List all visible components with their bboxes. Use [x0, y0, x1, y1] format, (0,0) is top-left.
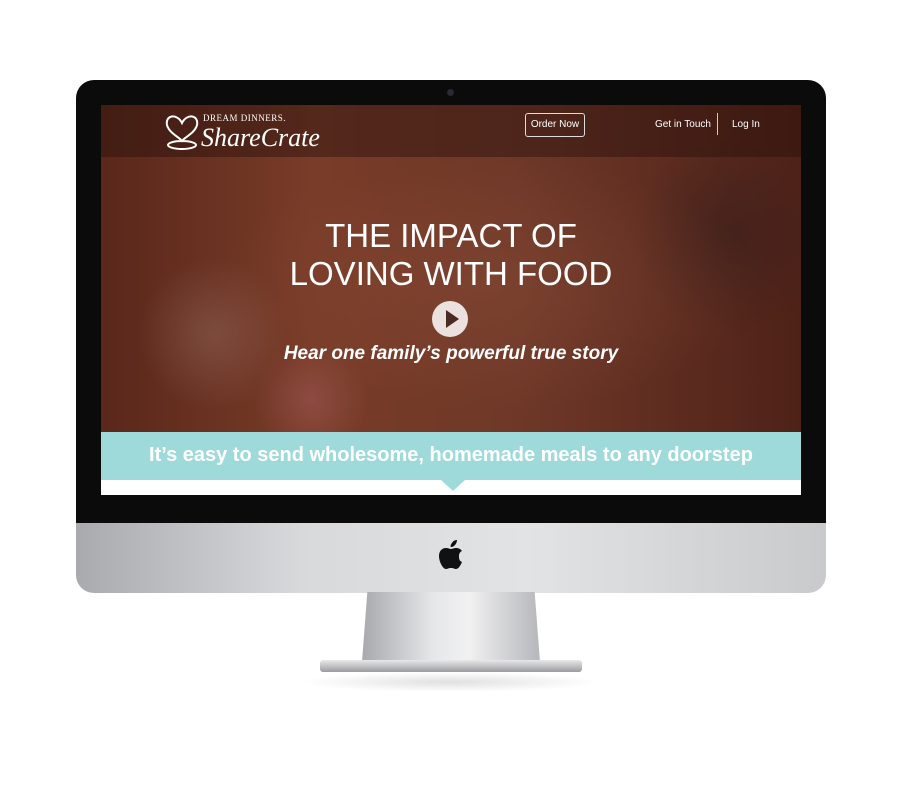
logo-top-text: DREAM DINNERS.: [203, 113, 287, 123]
top-nav: DREAM DINNERS. ShareCrate Order Now Get …: [101, 105, 801, 157]
nav-divider: [717, 113, 718, 135]
logo-main-text: ShareCrate: [201, 123, 320, 152]
log-in-link[interactable]: Log In: [732, 119, 760, 130]
order-now-button[interactable]: Order Now: [525, 113, 585, 137]
website-screen: DREAM DINNERS. ShareCrate Order Now Get …: [101, 105, 801, 495]
play-icon[interactable]: [432, 301, 468, 337]
apple-logo-icon: [439, 540, 462, 569]
get-in-touch-link[interactable]: Get in Touch: [655, 119, 711, 130]
heart-logo-icon: [165, 115, 199, 150]
monitor-stand: [362, 592, 540, 662]
hero-subtitle[interactable]: Hear one family’s powerful true story: [101, 343, 801, 365]
band-pointer: [441, 480, 465, 491]
headline-line-2: LOVING WITH FOOD: [289, 255, 613, 292]
hero-headline: THE IMPACT OF LOVING WITH FOOD: [101, 217, 801, 293]
monitor-base: [320, 660, 582, 672]
tagline-band: It’s easy to send wholesome, homemade me…: [101, 432, 801, 480]
camera-icon: [447, 89, 454, 96]
base-shadow: [300, 672, 600, 692]
headline-line-1: THE IMPACT OF: [325, 217, 577, 254]
